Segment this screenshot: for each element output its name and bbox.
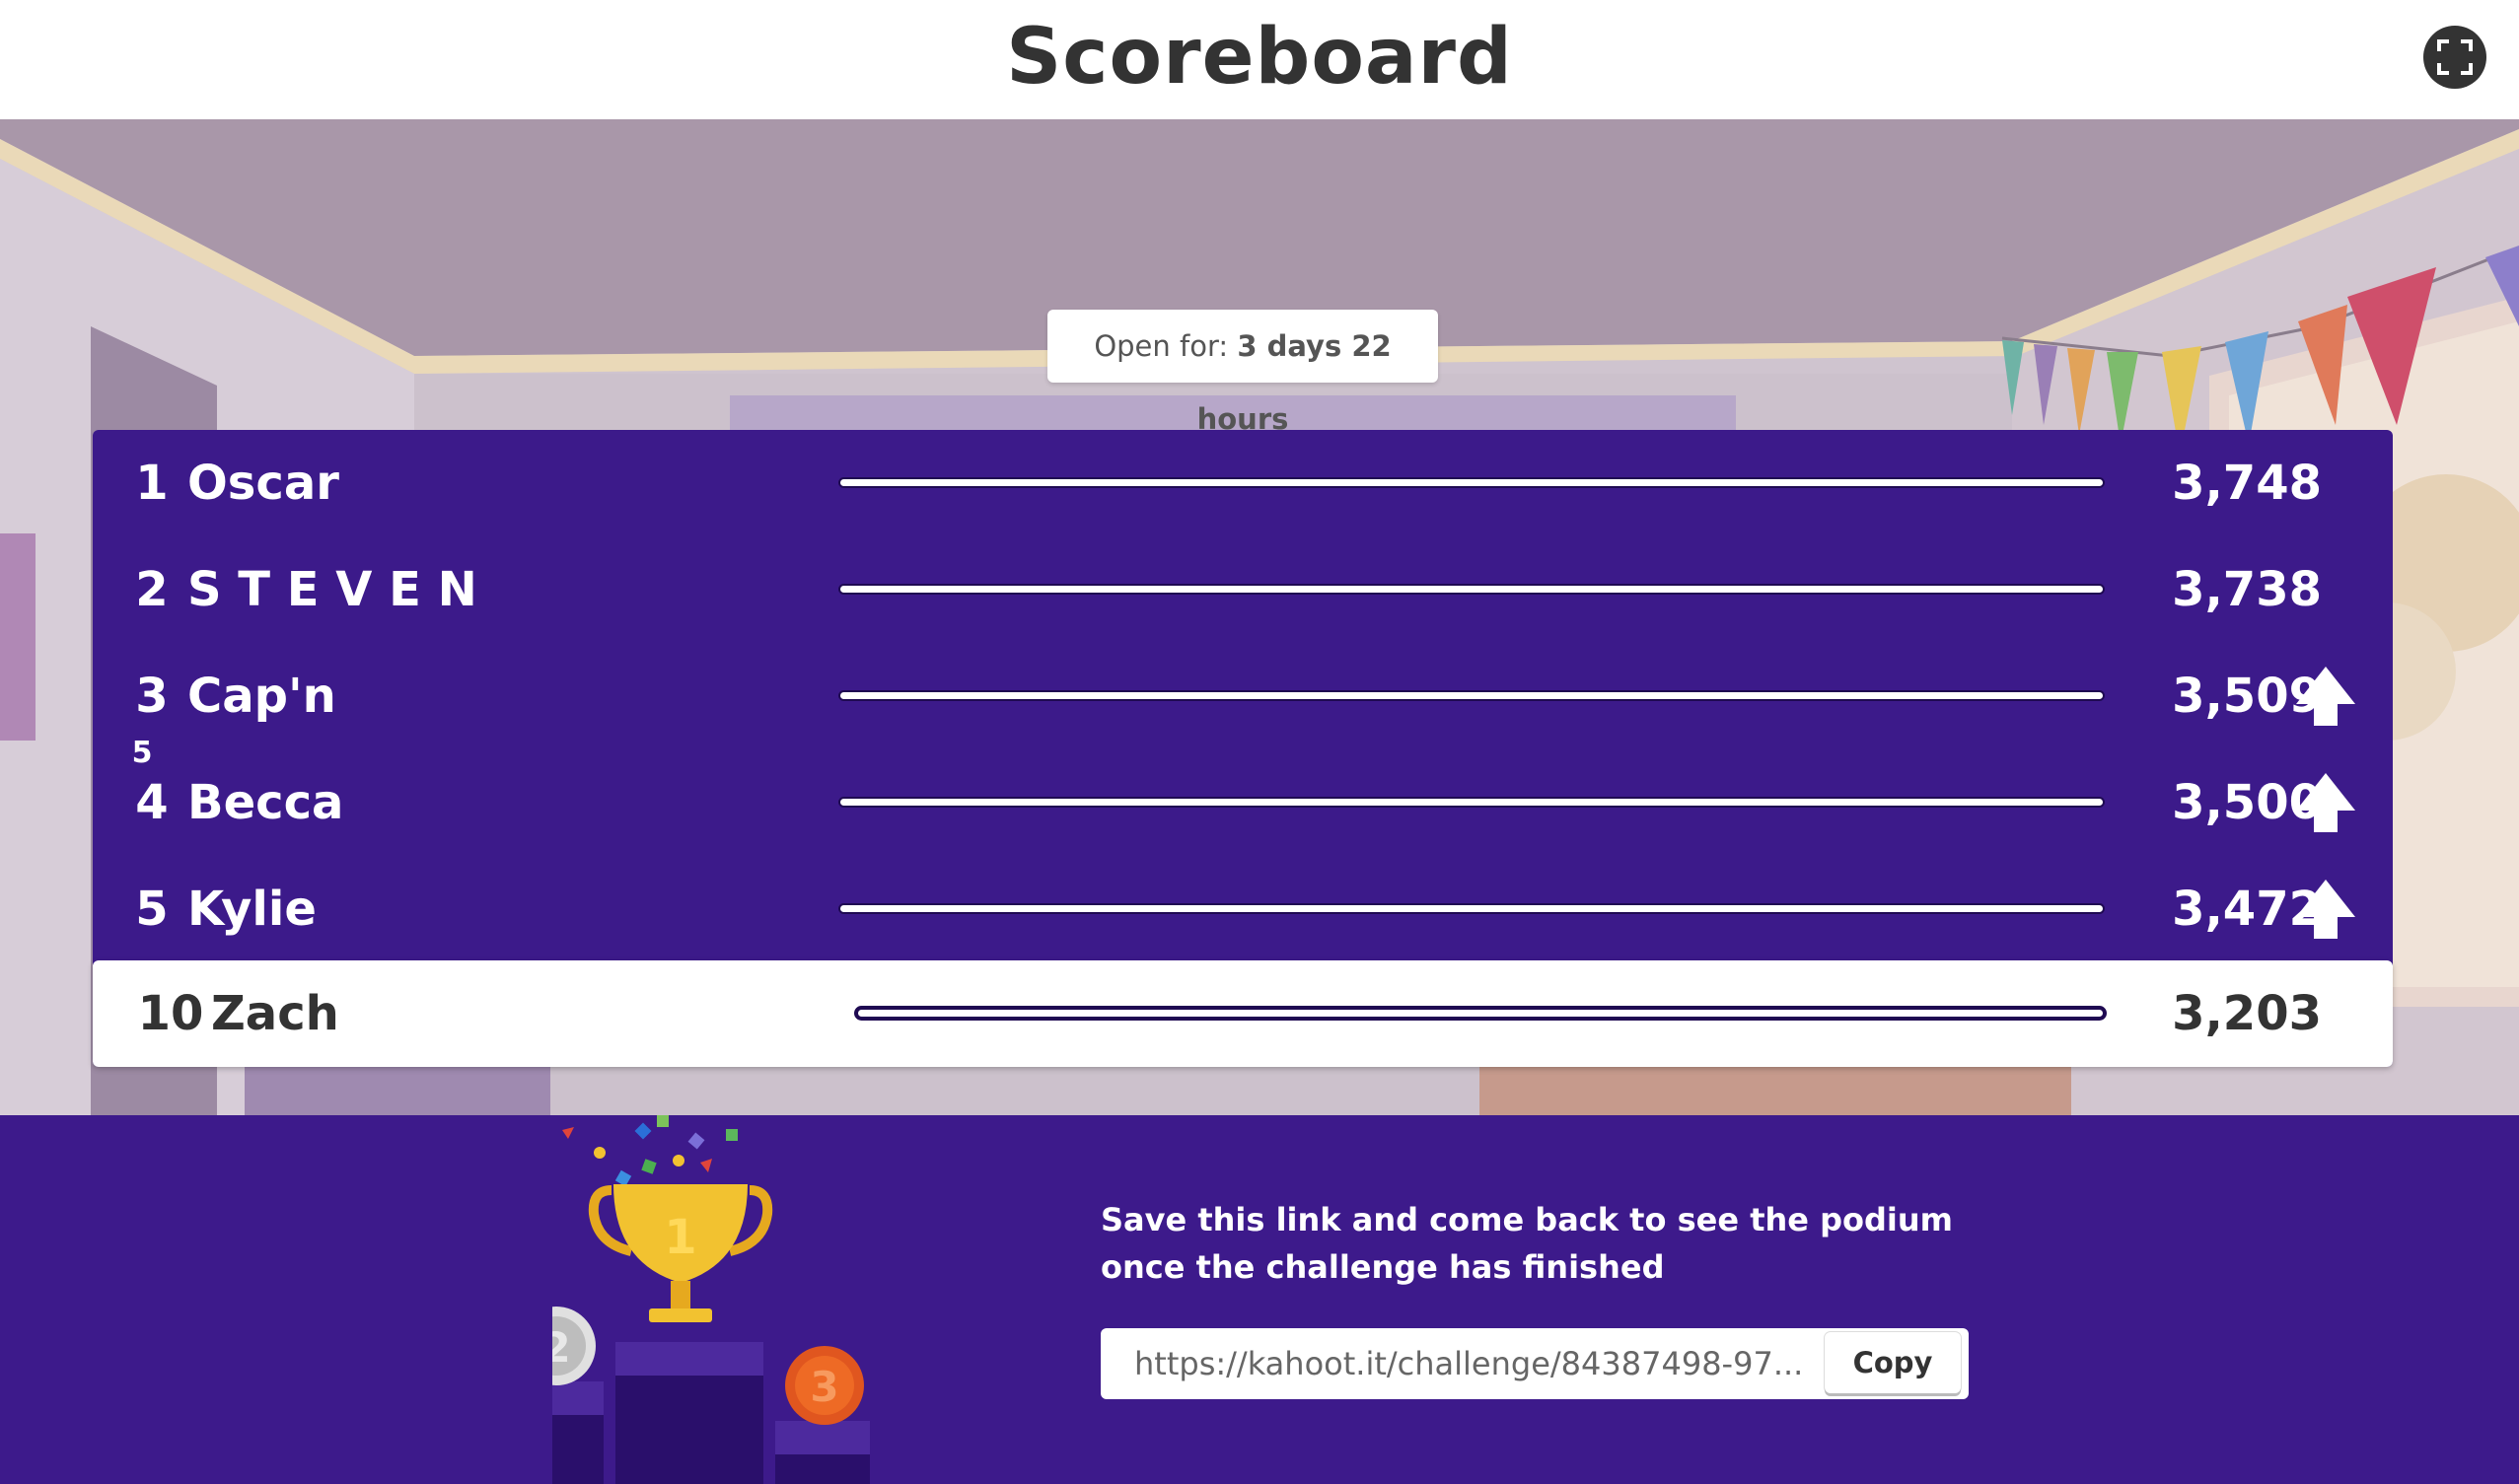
player-name: Zach [211,986,339,1041]
player-score: 3,472 [2172,882,2322,937]
fullscreen-icon [2437,39,2473,75]
player-score: 3,738 [2172,562,2322,617]
leaderboard-row: 5 Kylie 3,472 [93,856,2393,962]
player-score: 3,748 [2172,456,2322,511]
leaderboard-row: 3 Cap'n 3,509 [93,643,2393,749]
player-score: 3,509 [2172,669,2322,724]
leaderboard-row: 1 Oscar 3,748 [93,430,2393,536]
current-player-row: 10 Zach 3,203 [93,960,2393,1067]
player-score: 3,203 [2172,986,2322,1041]
header-bar: Scoreboard [0,0,2519,119]
score-bar [840,905,2103,912]
save-link-message-line2: once the challenge has finished [1101,1248,1665,1286]
leaderboard-row: 4 Becca 3,500 [93,749,2393,856]
fullscreen-button[interactable] [2423,26,2486,89]
challenge-link-box: Copy [1101,1328,1969,1399]
footer-panel: 1 2 3 Save this link and come back to se… [0,1115,2519,1484]
open-for-badge: Open for: 3 days 22 hours [1047,310,1438,436]
rank-up-arrow-icon [2296,773,2355,832]
player-rank: 1 [135,456,169,511]
score-bar [840,586,2103,593]
score-bar [840,479,2103,486]
player-name: Kylie [187,882,317,937]
rank-up-arrow-icon [2296,667,2355,726]
player-name: Becca [187,775,344,830]
challenge-link-input[interactable] [1101,1328,1819,1399]
copy-link-button[interactable]: Copy [1825,1332,1961,1393]
podium-label-second: 2 [552,1323,571,1372]
podium-trophy-illustration: 1 2 3 [552,1115,870,1484]
score-bar [840,692,2103,699]
save-link-message-line1: Save this link and come back to see the … [1101,1201,1953,1238]
player-rank: 3 [135,669,169,724]
podium-label-third: 3 [810,1363,838,1411]
save-link-message: Save this link and come back to see the … [1101,1196,1988,1291]
open-for-label: Open for: [1094,329,1229,363]
player-rank: 4 [135,775,169,830]
podium-label-first: 1 [664,1210,696,1265]
player-rank: 10 [137,986,204,1041]
player-name: Cap'n [187,669,336,724]
player-rank: 2 [135,562,169,617]
player-name: Oscar [187,456,339,511]
player-name: S T E V E N [187,562,477,617]
player-score: 3,500 [2172,775,2322,830]
player-rank: 5 [135,882,169,937]
leaderboard-row: 2 S T E V E N 3,738 [93,536,2393,643]
page-title: Scoreboard [1006,13,1513,102]
score-bar [858,1010,2103,1017]
rank-up-arrow-icon [2296,880,2355,939]
score-bar [840,799,2103,806]
